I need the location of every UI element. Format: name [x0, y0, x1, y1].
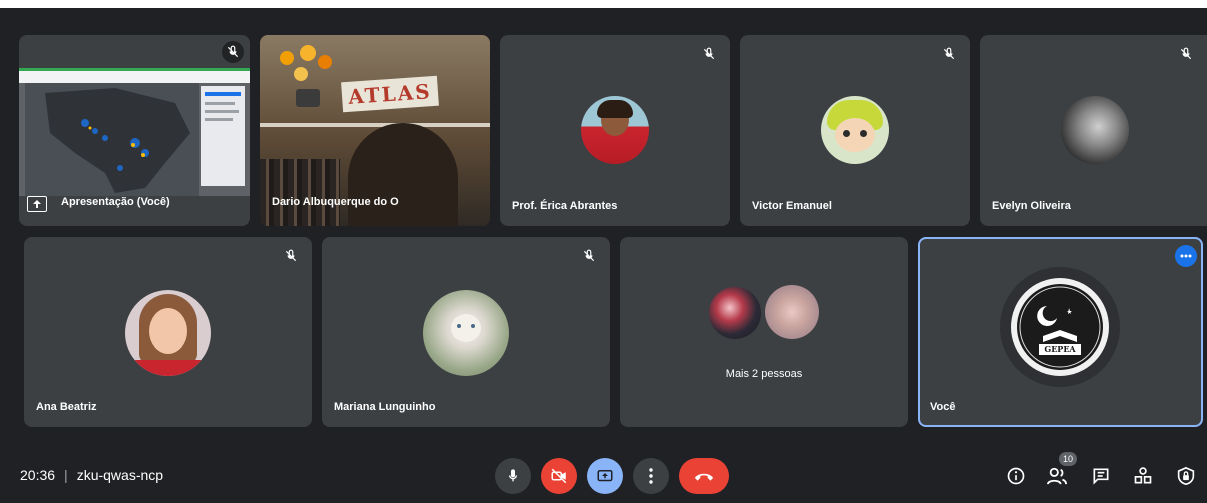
tile-participant-erica[interactable]: Prof. Érica Abrantes — [500, 35, 730, 226]
meeting-details-button[interactable] — [1005, 465, 1027, 487]
top-strip — [0, 0, 1207, 8]
activities-button[interactable] — [1132, 465, 1154, 487]
avatar — [581, 96, 649, 164]
participant-name: Evelyn Oliveira — [992, 200, 1071, 212]
mic-off-icon — [280, 245, 302, 267]
books — [260, 159, 340, 226]
participant-name: Victor Emanuel — [752, 200, 832, 212]
present-button[interactable] — [587, 458, 623, 494]
avatar — [765, 285, 819, 339]
avatar — [423, 290, 509, 376]
host-controls-button[interactable] — [1175, 465, 1197, 487]
shared-screen-preview — [19, 68, 250, 196]
tile-self[interactable]: GEPEA Você — [918, 237, 1203, 427]
bookshelf — [260, 123, 490, 127]
participant-name: Ana Beatriz — [36, 401, 97, 413]
flowers — [272, 41, 342, 107]
avatar — [821, 96, 889, 164]
meeting-time: 20:36 — [20, 467, 56, 483]
mic-off-icon — [578, 245, 600, 267]
more-options-button[interactable] — [1175, 245, 1197, 267]
mic-off-icon — [698, 43, 720, 65]
tile-participant-mariana[interactable]: Mariana Lunguinho — [322, 237, 610, 427]
end-call-icon — [694, 473, 714, 481]
meeting-code: zku-qwas-ncp — [76, 467, 164, 483]
tile-participant-victor[interactable]: Victor Emanuel — [740, 35, 970, 226]
people-button[interactable] — [1046, 465, 1068, 487]
people-icon — [1047, 467, 1067, 485]
mic-off-icon — [938, 43, 960, 65]
participant-name: Você — [930, 401, 956, 413]
avatar — [125, 290, 211, 376]
host-controls-icon — [1177, 466, 1195, 486]
more-horiz-icon — [1180, 254, 1192, 258]
avatar — [709, 287, 761, 339]
people-count-badge: 10 — [1059, 452, 1077, 466]
mic-button[interactable] — [495, 458, 531, 494]
person-silhouette — [348, 123, 458, 226]
logo-text: GEPEA — [1039, 344, 1081, 355]
chat-icon — [1093, 468, 1109, 485]
meeting-info: 20:36 | zku-qwas-ncp — [20, 467, 163, 483]
camera-button[interactable] — [541, 458, 577, 494]
activities-icon — [1134, 467, 1152, 484]
info-icon — [1007, 467, 1025, 485]
more-options-button[interactable] — [633, 458, 669, 494]
tile-participant-ana[interactable]: Ana Beatriz — [24, 237, 312, 427]
more-participants-label: Mais 2 pessoas — [725, 368, 803, 380]
participant-name: Mariana Lunguinho — [334, 401, 436, 413]
participant-name: Dario Albuquerque do O — [272, 196, 399, 208]
chat-button[interactable] — [1090, 465, 1112, 487]
tile-participant-evelyn[interactable]: Evelyn Oliveira — [980, 35, 1207, 226]
tile-presentation[interactable]: Apresentação (Você) — [19, 35, 250, 226]
camera-off-icon — [551, 468, 567, 484]
present-icon — [27, 196, 47, 212]
gepea-logo: GEPEA — [1000, 267, 1120, 387]
participant-name: Prof. Érica Abrantes — [512, 200, 618, 212]
participant-name: Apresentação (Você) — [61, 196, 170, 208]
mic-off-icon — [222, 41, 244, 63]
share-screen-icon — [597, 470, 613, 482]
more-vert-icon — [649, 468, 653, 484]
tile-participant-dario[interactable]: ATLAS Dario Albuquerque do O — [260, 35, 490, 226]
separator: | — [64, 467, 68, 483]
tile-more-participants[interactable]: Mais 2 pessoas — [620, 237, 908, 427]
mic-off-icon — [1175, 43, 1197, 65]
end-call-button[interactable] — [679, 458, 729, 494]
mic-icon — [509, 469, 517, 482]
avatar — [1061, 96, 1129, 164]
